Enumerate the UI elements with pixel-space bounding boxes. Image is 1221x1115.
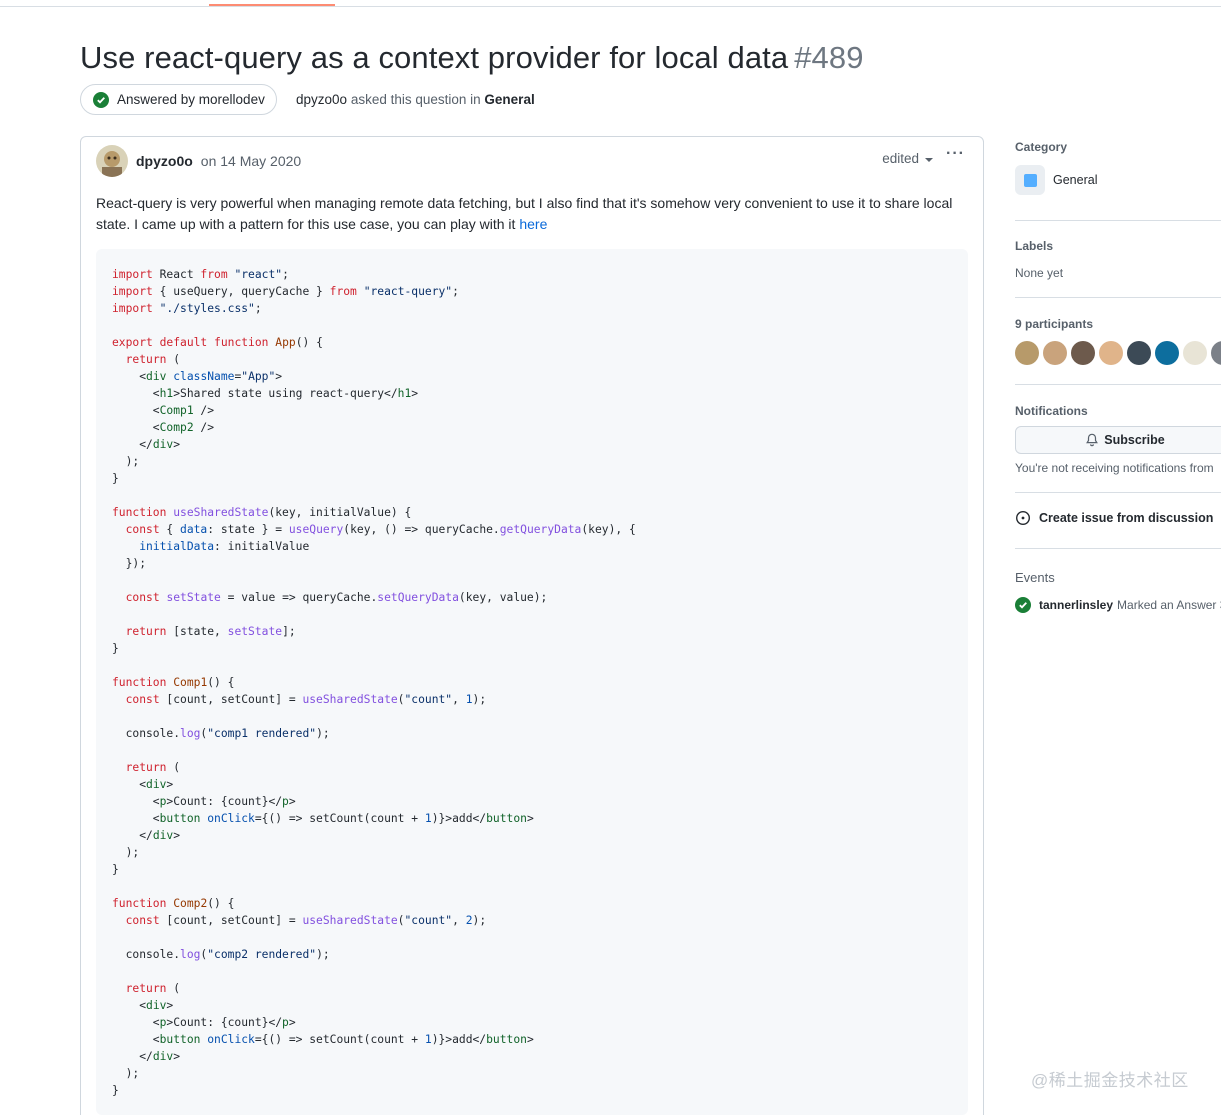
more-options-icon[interactable]: ··· <box>946 145 965 163</box>
answered-badge[interactable]: Answered by morellodev <box>80 84 277 115</box>
post-date[interactable]: on 14 May 2020 <box>201 153 301 169</box>
create-issue-button[interactable]: Create issue from discussion <box>1015 510 1221 526</box>
bell-icon <box>1086 433 1099 447</box>
asker-link[interactable]: dpyzo0o <box>296 92 347 107</box>
notification-notice: You're not receiving notifications from <box>1015 461 1214 475</box>
post-author[interactable]: dpyzo0o <box>136 153 193 169</box>
edited-dropdown[interactable]: edited <box>882 151 933 166</box>
code-block: import React from "react"; import { useQ… <box>96 249 968 1115</box>
events-title: Events <box>1015 570 1055 585</box>
avatar[interactable] <box>1015 341 1039 365</box>
top-nav-underline <box>0 0 1221 7</box>
active-tab-indicator <box>209 4 335 6</box>
avatar[interactable] <box>1127 341 1151 365</box>
asked-text: asked this question in <box>350 92 481 107</box>
avatar[interactable] <box>1099 341 1123 365</box>
page-title: Use react-query as a context provider fo… <box>80 40 864 76</box>
check-circle-icon <box>93 91 109 108</box>
create-issue-label: Create issue from discussion <box>1039 511 1214 525</box>
subscribe-label: Subscribe <box>1104 433 1165 447</box>
subscribe-button[interactable]: Subscribe <box>1015 426 1221 454</box>
category-title: Category <box>1015 140 1068 154</box>
answered-badge-label: Answered by morellodev <box>117 92 265 107</box>
post-header: dpyzo0o on 14 May 2020 <box>96 145 301 177</box>
category-item[interactable]: General <box>1015 165 1221 195</box>
avatar[interactable] <box>1043 341 1067 365</box>
discussion-post: dpyzo0o on 14 May 2020 edited ··· React-… <box>80 136 984 1115</box>
labels-title: Labels <box>1015 239 1054 253</box>
event-text: Marked an Answer 3 <box>1117 598 1221 612</box>
category-name: General <box>1053 173 1098 187</box>
check-circle-icon <box>1015 597 1031 613</box>
discussion-number: #489 <box>794 40 864 75</box>
category-emoji-icon <box>1015 165 1045 195</box>
watermark: @稀土掘金技术社区 <box>1031 1071 1189 1090</box>
sidebar: Category General Labels None yet 9 parti… <box>1015 140 1221 613</box>
labels-value: None yet <box>1015 266 1064 280</box>
avatar[interactable] <box>1183 341 1207 365</box>
code-content: import React from "react"; import { useQ… <box>112 268 636 1097</box>
notifications-title: Notifications <box>1015 404 1088 418</box>
post-body: React-query is very powerful when managi… <box>96 193 966 235</box>
event-item: tannerlinsley Marked an Answer 3 <box>1015 597 1221 613</box>
issue-opened-icon <box>1015 510 1031 526</box>
create-issue-section: Create issue from discussion <box>1015 493 1221 549</box>
event-user[interactable]: tannerlinsley <box>1039 598 1113 612</box>
avatar[interactable] <box>1071 341 1095 365</box>
category-link[interactable]: General <box>484 92 534 107</box>
participants-section: 9 participants <box>1015 298 1221 385</box>
labels-section: Labels None yet <box>1015 221 1221 298</box>
events-section: Events tannerlinsley Marked an Answer 3 <box>1015 549 1221 613</box>
participants-title: 9 participants <box>1015 317 1094 331</box>
notifications-section: Notifications Subscribe You're not recei… <box>1015 385 1221 493</box>
edited-label: edited <box>882 151 919 166</box>
avatar[interactable] <box>96 145 128 177</box>
title-text: Use react-query as a context provider fo… <box>80 40 789 75</box>
avatar[interactable] <box>1155 341 1179 365</box>
caret-down-icon <box>925 157 933 162</box>
category-section: Category General <box>1015 140 1221 221</box>
here-link[interactable]: here <box>519 216 547 232</box>
question-meta: dpyzo0o asked this question in General <box>296 92 535 107</box>
avatar[interactable] <box>1211 341 1221 365</box>
participants-list <box>1015 341 1221 365</box>
